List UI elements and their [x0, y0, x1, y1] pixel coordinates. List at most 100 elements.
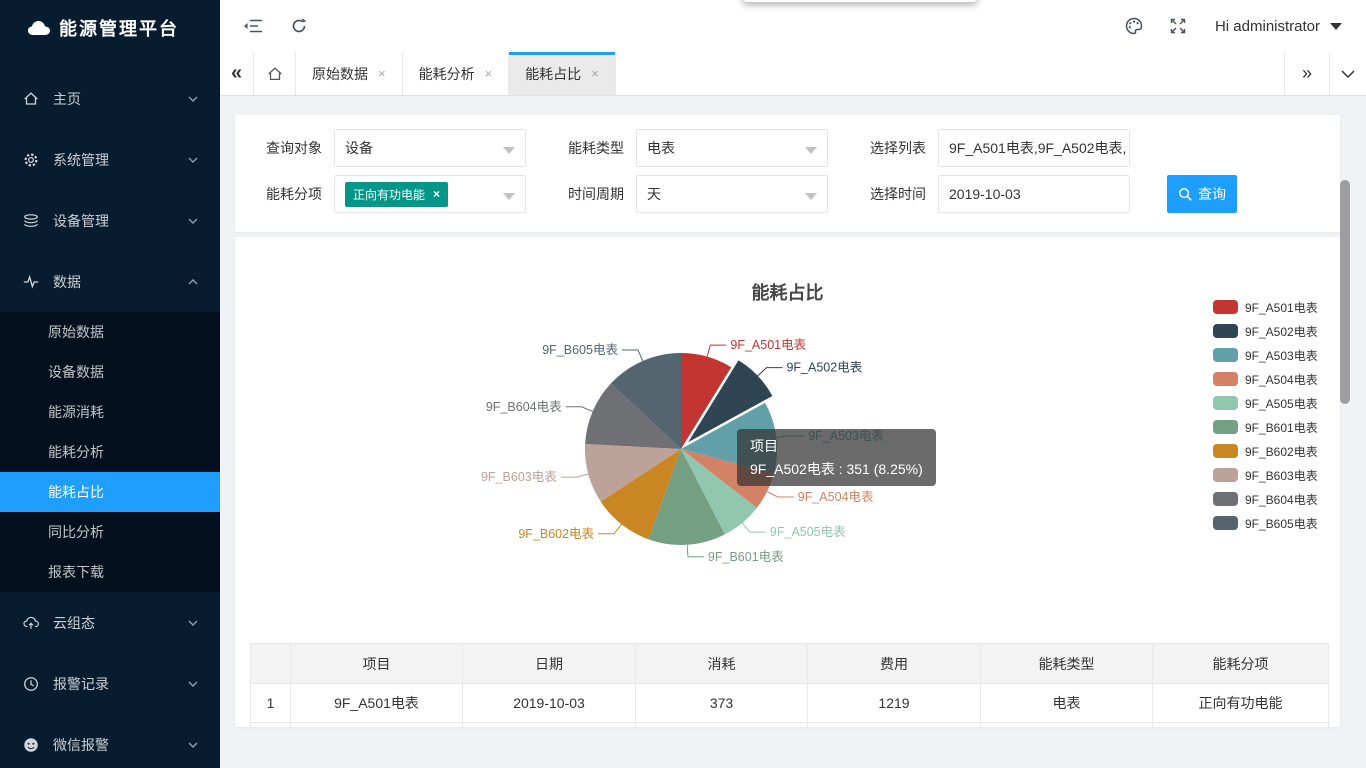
fullscreen-icon[interactable] [1166, 14, 1190, 38]
query-object-label: 查询对象 [262, 138, 322, 158]
sidebar-item-yoy-analysis[interactable]: 同比分析 [0, 512, 220, 552]
sidebar-item-raw-data[interactable]: 原始数据 [0, 312, 220, 352]
tabs-menu-button[interactable] [1330, 52, 1366, 95]
col-cost: 费用 [808, 644, 981, 684]
chevron-down-icon [188, 742, 198, 748]
table-row[interactable]: 1 9F_A501电表 2019-10-03 373 1219 电表 正向有功电… [251, 684, 1329, 723]
legend-item[interactable]: 9F_A503电表 [1213, 343, 1318, 367]
select-caret-icon [805, 147, 817, 154]
legend-item[interactable]: 9F_A502电表 [1213, 319, 1318, 343]
pie-label: 9F_A504电表 [798, 490, 874, 504]
search-button[interactable]: 查询 [1167, 175, 1237, 213]
sidebar-item-energy-consumption[interactable]: 能源消耗 [0, 392, 220, 432]
sidebar-item-data[interactable]: 数据 [0, 251, 220, 312]
select-caret-icon [503, 147, 515, 154]
pie-label: 9F_B603电表 [481, 470, 557, 484]
select-time-input[interactable]: 2019-10-03 [938, 175, 1130, 213]
chevron-down-icon [188, 157, 198, 163]
table-row-clipped [251, 723, 1329, 728]
time-period-select[interactable]: 天 [636, 175, 828, 213]
tabs-scroll-left-button[interactable]: « [220, 52, 254, 95]
chevron-down-icon [1341, 70, 1355, 78]
tab-home-button[interactable] [254, 52, 296, 95]
sidebar-item-cloud-config[interactable]: 云组态 [0, 592, 220, 653]
legend-item[interactable]: 9F_B605电表 [1213, 511, 1318, 535]
sidebar-item-report-download[interactable]: 报表下载 [0, 552, 220, 592]
select-time-label: 选择时间 [866, 184, 926, 204]
tab-energy-analysis[interactable]: 能耗分析 × [403, 52, 510, 95]
pie-chart[interactable]: 9F_A501电表9F_A502电表9F_A503电表9F_A504电表9F_A… [235, 237, 1340, 642]
chart-panel: 能耗占比 9F_A501电表9F_A502电表9F_A503电表9F_A504电… [235, 237, 1340, 727]
pie-label-line [767, 492, 794, 497]
home-tab-icon [266, 65, 284, 83]
user-greeting: Hi administrator [1215, 18, 1320, 35]
tab-close-icon[interactable]: × [485, 66, 493, 81]
energy-type-label: 能耗类型 [564, 138, 624, 158]
sidebar-item-alarm-records[interactable]: 报警记录 [0, 653, 220, 714]
energy-item-multiselect[interactable]: 正向有功电能 × [334, 175, 526, 213]
col-consumption: 消耗 [636, 644, 808, 684]
tab-energy-ratio[interactable]: 能耗占比 × [509, 52, 616, 95]
chevron-down-icon [188, 218, 198, 224]
sidebar-item-home[interactable]: 主页 [0, 68, 220, 129]
sidebar-item-devices[interactable]: 设备管理 [0, 190, 220, 251]
sidebar-item-device-data[interactable]: 设备数据 [0, 352, 220, 392]
tab-close-icon[interactable]: × [378, 66, 386, 81]
pie-label: 9F_A505电表 [770, 525, 846, 539]
select-list-input[interactable]: 9F_A501电表,9F_A502电表, [938, 129, 1130, 167]
sidebar-menu: 主页 系统管理 设备管理 数据 原始数据 设备数据 能源消耗 能耗分析 能耗占比… [0, 68, 220, 768]
legend-item[interactable]: 9F_A504电表 [1213, 367, 1318, 391]
pie-label: 9F_A503电表 [808, 429, 884, 443]
col-index [251, 644, 291, 684]
legend-item[interactable]: 9F_B601电表 [1213, 415, 1318, 439]
tab-raw-data[interactable]: 原始数据 × [296, 52, 403, 95]
browser-shadow-artifact [742, 0, 978, 2]
tag-close-icon[interactable]: × [433, 187, 440, 201]
vertical-scrollbar-thumb[interactable] [1340, 180, 1350, 404]
pie-label-line [707, 345, 726, 357]
legend-chip [1213, 492, 1238, 506]
refresh-icon[interactable] [287, 14, 311, 38]
sidebar-item-energy-analysis[interactable]: 能耗分析 [0, 432, 220, 472]
legend-chip [1213, 348, 1238, 362]
legend-item[interactable]: 9F_B602电表 [1213, 439, 1318, 463]
pie-label-line [622, 350, 643, 361]
sidebar-item-wechat-alarm[interactable]: 微信报警 [0, 714, 220, 768]
clock-icon [22, 675, 40, 693]
chevron-down-icon [188, 620, 198, 626]
pie-label: 9F_A501电表 [730, 338, 806, 352]
query-object-select[interactable]: 设备 [334, 129, 526, 167]
legend-item[interactable]: 9F_B604电表 [1213, 487, 1318, 511]
main-content: 查询对象 设备 能耗类型 电表 选择列表 9F_A501电表,9F_A502电表… [220, 96, 1352, 768]
app-title: 能源管理平台 [59, 15, 179, 41]
tab-close-icon[interactable]: × [591, 66, 599, 81]
pie-label-line [566, 407, 593, 412]
legend-chip [1213, 468, 1238, 482]
pie-label-line [598, 524, 621, 533]
tabs-scroll-right-button[interactable]: » [1284, 52, 1330, 95]
layers-icon [22, 212, 40, 230]
theme-palette-icon[interactable] [1122, 14, 1146, 38]
energy-type-select[interactable]: 电表 [636, 129, 828, 167]
pie-label-line [776, 436, 804, 437]
sidebar-fold-icon[interactable] [241, 14, 265, 38]
legend-item[interactable]: 9F_B603电表 [1213, 463, 1318, 487]
selected-tag: 正向有功电能 × [345, 182, 448, 207]
col-energy-item: 能耗分项 [1153, 644, 1329, 684]
legend-chip [1213, 420, 1238, 434]
pie-label: 9F_B601电表 [708, 550, 784, 564]
search-icon [1178, 187, 1193, 202]
app-logo: 能源管理平台 [0, 0, 220, 56]
pie-label: 9F_B605电表 [542, 343, 618, 357]
chart-legend: 9F_A501电表 9F_A502电表 9F_A503电表 9F_A504电表 … [1213, 295, 1318, 535]
legend-item[interactable]: 9F_A505电表 [1213, 391, 1318, 415]
sidebar: 能源管理平台 主页 系统管理 设备管理 数据 原始数据 设备数据 能源消耗 能耗… [0, 0, 220, 768]
user-caret-down-icon [1330, 23, 1342, 30]
sidebar-item-system[interactable]: 系统管理 [0, 129, 220, 190]
cloud-logo-icon [26, 18, 52, 38]
legend-chip [1213, 396, 1238, 410]
pie-label-line [742, 523, 766, 532]
legend-item[interactable]: 9F_A501电表 [1213, 295, 1318, 319]
sidebar-item-energy-ratio[interactable]: 能耗占比 [0, 472, 220, 512]
user-menu[interactable]: Hi administrator [1215, 0, 1342, 52]
